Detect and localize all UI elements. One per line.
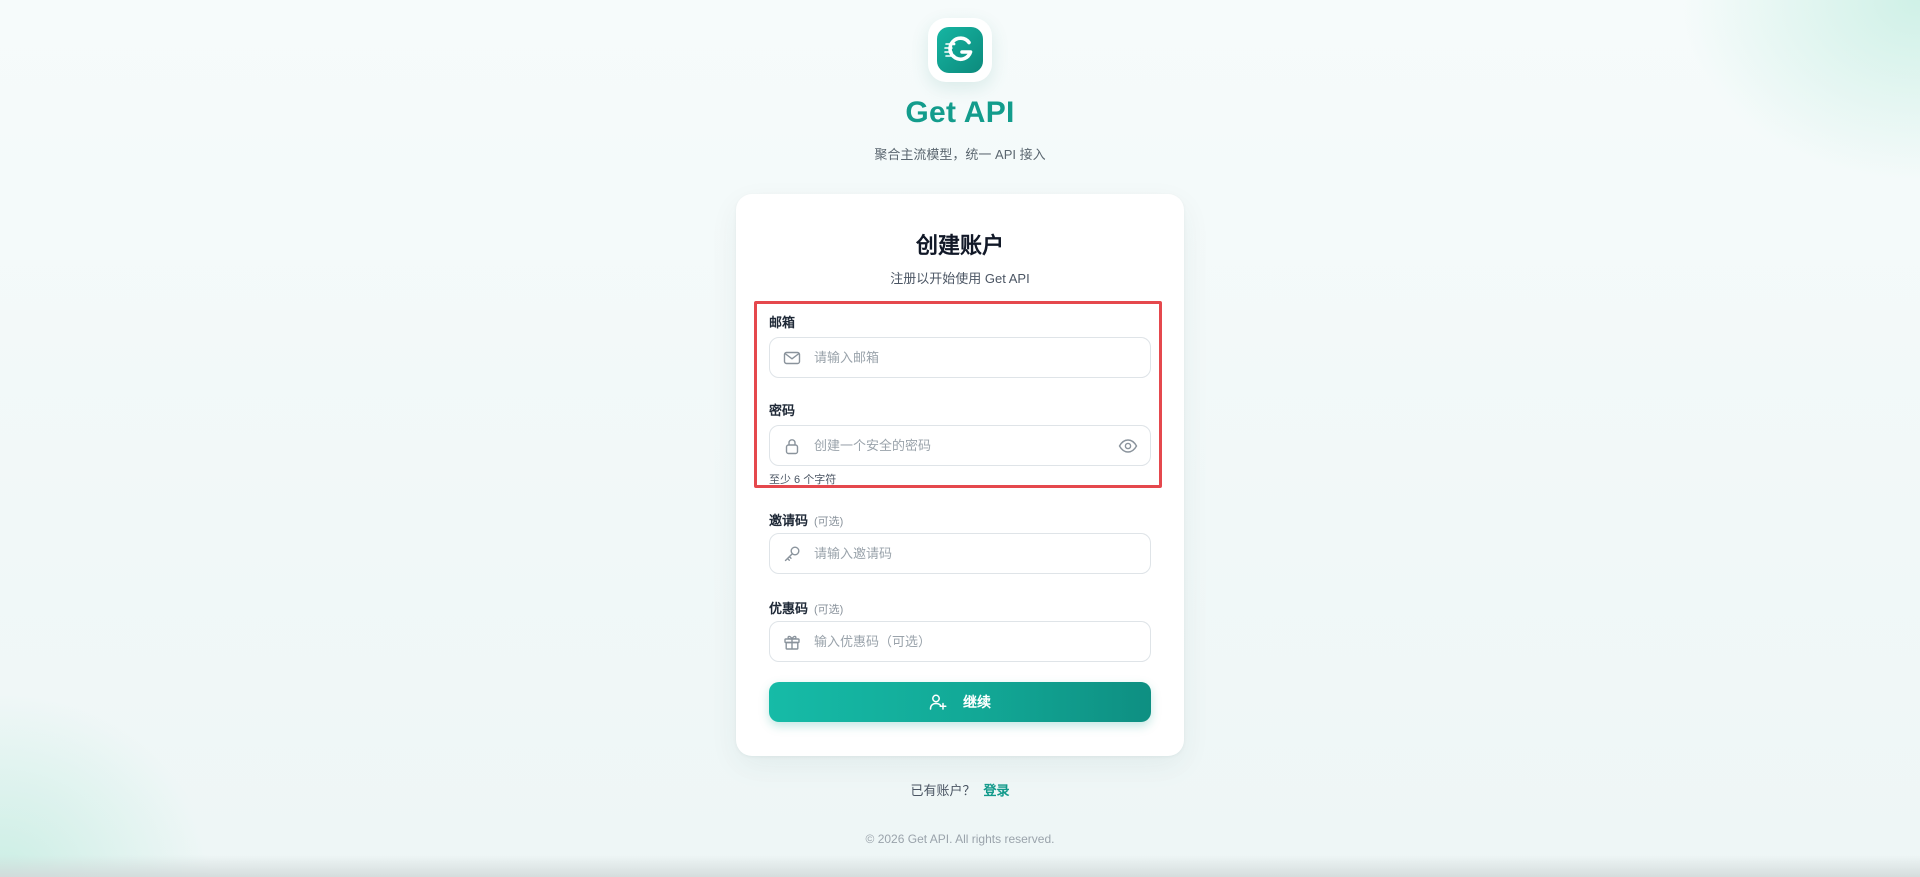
footer-copyright: © 2026 Get API. All rights reserved. <box>865 832 1055 846</box>
invite-code-field-box[interactable] <box>769 533 1151 574</box>
lock-icon <box>783 437 801 455</box>
continue-button[interactable]: 继续 <box>769 682 1151 722</box>
invite-code-optional-tag: (可选) <box>814 516 844 528</box>
coupon-code-label-text: 优惠码 <box>769 601 809 616</box>
coupon-code-label: 优惠码 (可选) <box>769 598 843 617</box>
form-title: 创建账户 <box>915 233 1004 258</box>
brand-logo <box>928 18 992 82</box>
password-label: 密码 <box>769 403 796 418</box>
key-icon <box>783 545 801 563</box>
form-subtitle: 注册以开始使用 Get API <box>890 271 1030 286</box>
continue-button-label: 继续 <box>963 694 991 710</box>
get-api-logo-icon <box>937 27 983 73</box>
register-card: 创建账户 注册以开始使用 Get API 邮箱 密码 至少 6 个字符 <box>736 194 1184 756</box>
mail-icon <box>783 349 801 367</box>
invite-code-input[interactable] <box>814 534 1114 573</box>
eye-icon[interactable] <box>1118 437 1138 455</box>
login-prompt: 已有账户？ 登录 <box>0 780 1920 799</box>
brand-name: Get API <box>905 96 1015 129</box>
login-prompt-text: 已有账户？ <box>910 783 976 798</box>
gift-icon <box>783 633 801 651</box>
password-field-box[interactable] <box>769 425 1151 466</box>
email-label: 邮箱 <box>769 315 796 330</box>
invite-code-label: 邀请码 (可选) <box>769 510 843 529</box>
login-link[interactable]: 登录 <box>984 783 1010 798</box>
email-field-box[interactable] <box>769 337 1151 378</box>
user-plus-icon <box>929 693 947 711</box>
coupon-code-optional-tag: (可选) <box>814 604 844 616</box>
invite-code-label-text: 邀请码 <box>769 513 809 528</box>
coupon-code-input[interactable] <box>814 622 1114 661</box>
brand-tagline: 聚合主流模型，统一 API 接入 <box>874 147 1046 162</box>
bottom-shadow <box>0 855 1920 877</box>
password-hint: 至少 6 个字符 <box>769 474 837 486</box>
email-input[interactable] <box>814 338 1114 377</box>
password-input[interactable] <box>814 426 1114 465</box>
coupon-code-field-box[interactable] <box>769 621 1151 662</box>
